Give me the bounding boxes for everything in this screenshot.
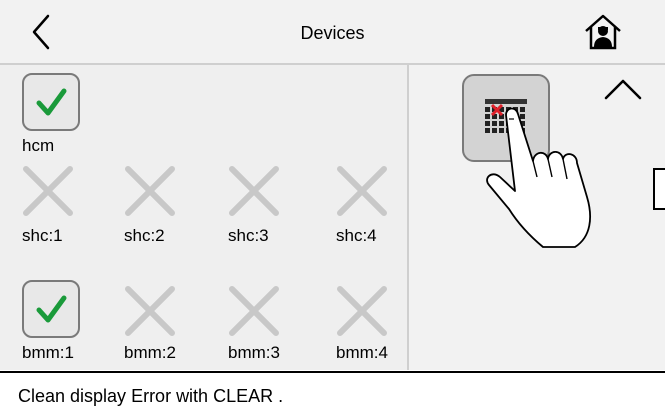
device-label: shc:2 (124, 226, 165, 245)
header-bar: Devices (0, 0, 665, 65)
clear-errors-button[interactable] (462, 74, 550, 162)
x-mark-icon[interactable] (228, 285, 280, 337)
chevron-up-icon[interactable] (604, 77, 642, 101)
device-label: bmm:4 (336, 343, 388, 362)
device-shc-2[interactable]: shc:2 (124, 165, 196, 255)
scroll-indicator[interactable] (653, 168, 665, 210)
x-mark-icon[interactable] (336, 285, 388, 337)
device-bmm-1[interactable]: bmm:1 (22, 280, 94, 370)
x-mark-icon[interactable] (336, 165, 388, 217)
status-message: Clean display Error with CLEAR . (18, 386, 284, 406)
device-label: shc:3 (228, 226, 269, 245)
x-mark-icon[interactable] (124, 285, 176, 337)
device-label: hcm (22, 136, 55, 155)
device-status-checkbox[interactable] (22, 280, 80, 338)
device-bmm-4[interactable]: bmm:4 (336, 285, 408, 375)
device-label: bmm:3 (228, 343, 280, 362)
checkmark-icon (36, 88, 67, 116)
page-title: Devices (300, 23, 365, 43)
device-bmm-2[interactable]: bmm:2 (124, 285, 196, 375)
device-shc-4[interactable]: shc:4 (336, 165, 408, 255)
device-shc-1[interactable]: shc:1 (22, 165, 94, 255)
clear-errors-grid-icon (485, 99, 527, 133)
device-label: shc:1 (22, 226, 63, 245)
status-bar: Clean display Error with CLEAR . (0, 371, 665, 419)
x-mark-icon[interactable] (22, 165, 74, 217)
device-hcm[interactable]: hcm (22, 73, 94, 163)
checkmark-icon (36, 295, 67, 323)
device-shc-3[interactable]: shc:3 (228, 165, 300, 255)
device-list-panel: hcm shc:1 shc:2 shc:3 shc:4 bmm:1 bmm:2 … (0, 65, 409, 370)
device-label: bmm:2 (124, 343, 176, 362)
home-button[interactable] (583, 12, 623, 52)
x-mark-icon[interactable] (124, 165, 176, 217)
x-mark-icon[interactable] (228, 165, 280, 217)
device-label: shc:4 (336, 226, 377, 245)
device-status-checkbox[interactable] (22, 73, 80, 131)
home-person-icon (585, 14, 621, 50)
device-label: bmm:1 (22, 343, 74, 362)
device-bmm-3[interactable]: bmm:3 (228, 285, 300, 375)
action-panel (409, 65, 665, 370)
